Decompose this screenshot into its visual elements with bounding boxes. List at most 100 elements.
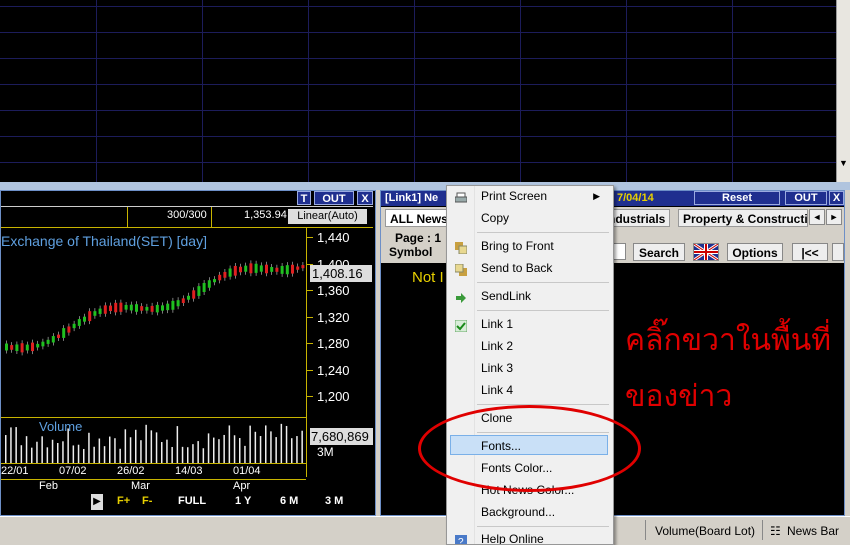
candlestick-chart[interactable]: [1, 227, 306, 397]
candle: [207, 280, 211, 288]
period-full-button[interactable]: FULL: [178, 495, 206, 507]
date-label: 01/04: [233, 465, 261, 477]
scale-mode-selector[interactable]: Linear(Auto): [288, 209, 367, 224]
volume-bar: [77, 444, 80, 463]
date-axis: 22/01 07/02 26/02 14/03 01/04: [1, 463, 306, 479]
month-label: Mar: [131, 480, 150, 492]
menu-item-link-2[interactable]: Link 2: [450, 336, 608, 356]
options-button[interactable]: Options: [727, 243, 783, 261]
play-icon[interactable]: ▶: [91, 494, 103, 510]
volume-bar: [181, 446, 184, 463]
price-tick: [307, 237, 313, 238]
candle: [135, 304, 138, 312]
tab-scroll-left-icon[interactable]: ◄: [809, 209, 825, 225]
period-1y-button[interactable]: 1 Y: [235, 495, 251, 507]
symbol-label: Symbol: [389, 245, 433, 259]
candle: [254, 263, 258, 273]
volume-bar: [192, 444, 194, 463]
language-flag-icon[interactable]: [693, 243, 719, 261]
volume-bar: [51, 439, 54, 463]
menu-item-fonts[interactable]: Fonts...: [450, 435, 608, 455]
out-button[interactable]: OUT: [314, 191, 354, 205]
volume-bar: [285, 425, 288, 463]
price-tick: [307, 396, 313, 397]
menu-label: Link 2: [481, 339, 514, 353]
candle: [239, 266, 242, 273]
candle: [5, 343, 8, 351]
period-6m-button[interactable]: 6 M: [280, 495, 298, 507]
volume-bar: [228, 425, 231, 463]
period-3m-button[interactable]: 3 M: [325, 495, 343, 507]
menu-item-link-4[interactable]: Link 4: [450, 380, 608, 400]
reset-button[interactable]: Reset: [694, 191, 780, 205]
price-tick: [307, 343, 313, 344]
candle: [36, 343, 40, 348]
volume-board-lot-item[interactable]: Volume(Board Lot): [655, 524, 755, 538]
candle: [51, 336, 55, 343]
volume-bar: [291, 438, 293, 463]
menu-item-bring-to-front[interactable]: Bring to Front: [450, 236, 608, 256]
out-button[interactable]: OUT: [785, 191, 827, 205]
tab-all-news[interactable]: ALL News: [385, 209, 453, 227]
menu-item-clone[interactable]: Clone: [450, 408, 608, 428]
menu-label: Link 1: [481, 317, 514, 331]
menu-label: Hot News Color...: [481, 483, 575, 497]
vertical-scrollbar[interactable]: ▼: [836, 0, 850, 182]
menu-item-link-3[interactable]: Link 3: [450, 358, 608, 378]
menu-item-hot-news-color[interactable]: Hot News Color...: [450, 480, 608, 500]
scroll-down-icon[interactable]: ▼: [839, 158, 848, 168]
volume-bar: [233, 435, 236, 463]
candle: [166, 303, 170, 311]
candle: [31, 342, 34, 352]
bar-count: 300/300: [167, 209, 207, 221]
t-button[interactable]: T: [297, 191, 311, 205]
last-price-label: 1,408.16: [310, 265, 372, 282]
candle: [296, 266, 300, 270]
menu-item-copy[interactable]: Copy: [450, 208, 608, 228]
close-button[interactable]: X: [357, 191, 373, 205]
tab-property-construction[interactable]: Property & Constructi: [678, 209, 808, 227]
candle: [20, 343, 24, 353]
menu-label: Fonts...: [481, 439, 522, 453]
page-label: Page : 1: [395, 231, 442, 245]
menu-item-send-to-back[interactable]: Send to Back: [450, 258, 608, 278]
zoom-out-button[interactable]: F-: [142, 495, 152, 507]
candle: [25, 344, 29, 351]
tab-scroll-right-icon[interactable]: ►: [826, 209, 842, 225]
volume-bar: [119, 448, 121, 463]
volume-bar: [20, 445, 23, 463]
first-page-button[interactable]: |<<: [792, 243, 828, 261]
candle: [197, 286, 201, 296]
index-value: 1,353.94: [244, 209, 287, 221]
volume-bar: [254, 431, 257, 463]
candle: [291, 264, 294, 274]
news-bar-icon: ☷: [770, 524, 781, 538]
next-page-button[interactable]: [832, 243, 844, 261]
menu-item-fonts-color[interactable]: Fonts Color...: [450, 458, 608, 478]
menu-item-background[interactable]: Background...: [450, 502, 608, 522]
candle: [114, 302, 118, 313]
volume-bar: [244, 445, 246, 463]
menu-label: Bring to Front: [481, 239, 554, 253]
volume-bar: [275, 437, 277, 463]
volume-bar: [109, 436, 111, 463]
menu-item-sendlink[interactable]: SendLink: [450, 286, 608, 306]
menu-item-link-1[interactable]: Link 1: [450, 314, 608, 334]
candle: [202, 282, 206, 293]
menu-label: Copy: [481, 211, 510, 225]
search-button[interactable]: Search: [633, 243, 685, 261]
close-button[interactable]: X: [829, 191, 844, 205]
news-bar-item[interactable]: News Bar: [787, 524, 839, 538]
candle: [41, 341, 45, 347]
price-tick: [307, 290, 313, 291]
zoom-in-button[interactable]: F+: [117, 495, 130, 507]
menu-item-print-screen[interactable]: Print Screen ▶: [450, 186, 608, 206]
volume-tick: 3M: [317, 445, 334, 459]
date-label: 07/02: [59, 465, 87, 477]
annotation-line-2: ของข่าว: [625, 380, 733, 413]
panel-divider: [0, 182, 850, 190]
menu-label: Clone: [481, 411, 513, 425]
stock-chart-panel: T OUT X 300/300 1,353.94 Linear(Auto) Ex…: [0, 190, 376, 516]
volume-bar: [15, 427, 17, 463]
candle: [285, 265, 289, 275]
